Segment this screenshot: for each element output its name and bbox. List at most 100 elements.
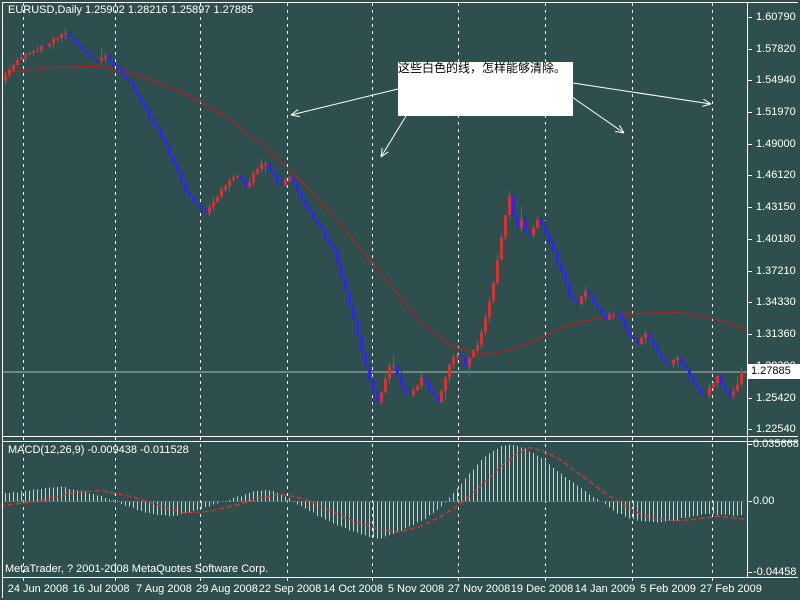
candle-body bbox=[560, 263, 563, 272]
copyright-text: MetaTrader, ? 2001-2008 MetaQuotes Softw… bbox=[5, 563, 268, 575]
candle-body bbox=[152, 118, 155, 126]
candle-body bbox=[660, 354, 663, 360]
candle-body bbox=[700, 388, 703, 395]
candle-body bbox=[172, 156, 175, 163]
candle-body bbox=[308, 207, 311, 213]
candle-body bbox=[388, 366, 391, 378]
macd-tick-label: -0.04458 bbox=[753, 566, 796, 578]
candle-body bbox=[228, 179, 231, 186]
candle-body bbox=[212, 202, 215, 207]
candle-body bbox=[140, 97, 143, 104]
candle-body bbox=[500, 237, 503, 260]
candle-body bbox=[12, 65, 15, 70]
candle-body bbox=[740, 371, 743, 384]
candle-body bbox=[516, 216, 519, 228]
candle-body bbox=[24, 54, 27, 57]
candle-body bbox=[628, 329, 631, 337]
candle-body bbox=[16, 60, 19, 65]
candle-body bbox=[624, 320, 627, 329]
candle-body bbox=[452, 357, 455, 365]
candle-body bbox=[668, 364, 671, 365]
date-label: 7 Aug 2008 bbox=[136, 583, 192, 595]
price-tick-label: 1.22540 bbox=[756, 423, 796, 435]
date-label: 29 Aug 2008 bbox=[196, 583, 258, 595]
candle-body bbox=[224, 186, 227, 189]
candle-body bbox=[168, 146, 171, 156]
candle-body bbox=[32, 51, 35, 53]
candle-body bbox=[132, 82, 135, 91]
candle-body bbox=[436, 396, 439, 403]
candle-body bbox=[472, 351, 475, 358]
price-tick-label: 1.54940 bbox=[756, 74, 796, 86]
candle-body bbox=[684, 365, 687, 369]
candle-body bbox=[652, 339, 655, 346]
price-tick-label: 1.60790 bbox=[756, 11, 796, 23]
candle-body bbox=[292, 178, 295, 184]
candle-body bbox=[216, 196, 219, 202]
price-tick-label: 1.25420 bbox=[756, 392, 796, 404]
macd-tick-label: 0.035668 bbox=[753, 438, 799, 450]
candle-body bbox=[616, 314, 619, 315]
candle-body bbox=[676, 357, 679, 360]
candle-body bbox=[536, 220, 539, 228]
date-label: 24 Jun 2008 bbox=[8, 583, 69, 595]
candle-body bbox=[604, 314, 607, 320]
candle-body bbox=[592, 295, 595, 303]
candle-body bbox=[464, 357, 467, 367]
arrow-line[interactable] bbox=[573, 83, 711, 104]
candle-body bbox=[148, 109, 151, 118]
candle-body bbox=[460, 354, 463, 357]
candle-body bbox=[468, 358, 471, 367]
candle-body bbox=[300, 192, 303, 200]
candle-body bbox=[352, 307, 355, 319]
arrow-line[interactable] bbox=[381, 116, 406, 157]
candle-body bbox=[192, 197, 195, 203]
candle-body bbox=[44, 46, 47, 47]
candle-body bbox=[208, 207, 211, 213]
candle-body bbox=[712, 383, 715, 387]
candle-body bbox=[364, 351, 367, 366]
candle-body bbox=[384, 379, 387, 393]
candle-body bbox=[692, 378, 695, 384]
annotation-note[interactable]: 这些白色的线，怎样能够清除。 bbox=[398, 62, 573, 116]
candle-body bbox=[640, 338, 643, 344]
candle-body bbox=[304, 200, 307, 207]
candle-body bbox=[244, 180, 247, 187]
candle-body bbox=[156, 126, 159, 130]
candle-body bbox=[608, 315, 611, 320]
candle-body bbox=[336, 251, 339, 263]
candle-body bbox=[68, 34, 71, 37]
candle-body bbox=[64, 34, 67, 35]
candle-body bbox=[188, 191, 191, 197]
ma-line[interactable] bbox=[3, 66, 746, 355]
candle-body bbox=[600, 309, 603, 314]
candle-body bbox=[236, 176, 239, 177]
candle-body bbox=[448, 365, 451, 378]
candle-body bbox=[400, 375, 403, 385]
candle-body bbox=[696, 384, 699, 389]
candle-body bbox=[284, 181, 287, 185]
candle-body bbox=[164, 138, 167, 146]
candle-body bbox=[372, 380, 375, 391]
arrow-line[interactable] bbox=[572, 97, 624, 133]
candle-body bbox=[40, 46, 43, 51]
candle-body bbox=[704, 395, 707, 396]
date-label: 14 Jan 2009 bbox=[575, 583, 636, 595]
candle-body bbox=[272, 171, 275, 175]
candle-body bbox=[76, 41, 79, 46]
candle-body bbox=[552, 243, 555, 252]
candle-body bbox=[688, 369, 691, 377]
candle-body bbox=[548, 234, 551, 243]
candle-body bbox=[204, 210, 207, 213]
candle-body bbox=[200, 205, 203, 210]
candle-body bbox=[732, 391, 735, 396]
candle-body bbox=[596, 303, 599, 309]
arrow-line[interactable] bbox=[291, 89, 398, 115]
date-label: 5 Feb 2009 bbox=[640, 583, 696, 595]
candle-body bbox=[48, 43, 51, 46]
candle-body bbox=[260, 164, 263, 169]
candle-body bbox=[288, 178, 291, 181]
candle-body bbox=[220, 189, 223, 196]
candle-body bbox=[484, 318, 487, 333]
candle-body bbox=[612, 314, 615, 315]
